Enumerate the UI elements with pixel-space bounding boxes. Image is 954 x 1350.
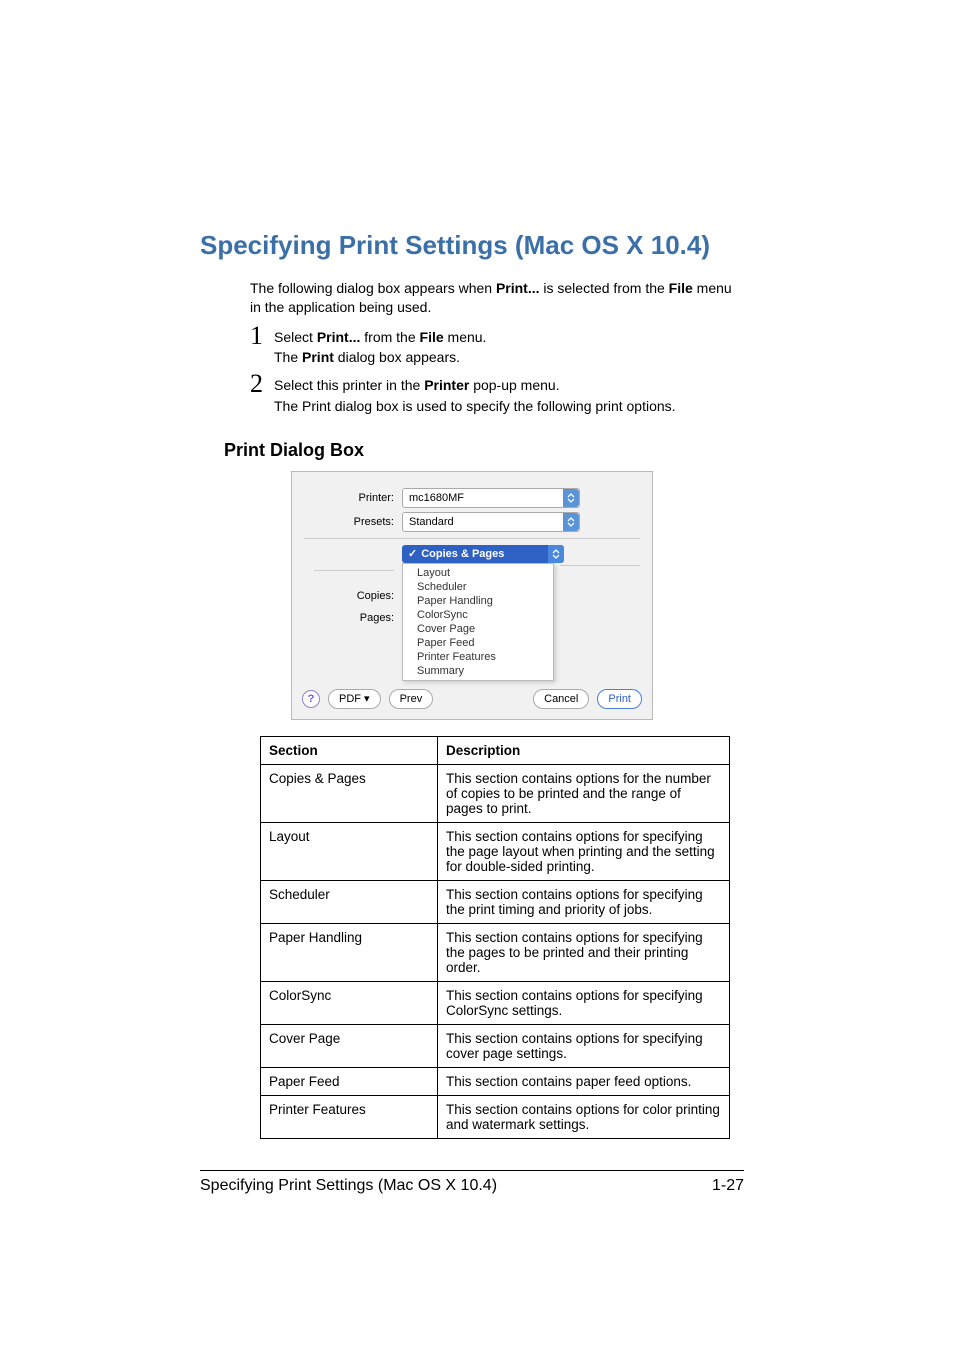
text: The Print dialog box is used to specify …: [274, 398, 676, 414]
text-bold: File: [420, 329, 444, 345]
step-1: 1 Select Print... from the File menu. Th…: [250, 323, 744, 368]
select-value: Copies & Pages: [421, 548, 504, 560]
col-description: Description: [438, 736, 730, 764]
text: menu.: [444, 329, 487, 345]
chevron-updown-icon: [548, 545, 564, 563]
page-footer: Specifying Print Settings (Mac OS X 10.4…: [200, 1170, 744, 1195]
section-heading: Print Dialog Box: [224, 440, 744, 461]
cell-description: This section contains options for specif…: [438, 880, 730, 923]
menu-item-paper-handling[interactable]: Paper Handling: [403, 594, 553, 608]
cell-description: This section contains paper feed options…: [438, 1067, 730, 1095]
table-row: Paper HandlingThis section contains opti…: [261, 923, 730, 981]
chevron-updown-icon: [563, 489, 579, 507]
pdf-button[interactable]: PDF ▾: [328, 689, 381, 709]
cell-section: Paper Feed: [261, 1067, 438, 1095]
chevron-updown-icon: [563, 513, 579, 531]
print-dialog: Printer: mc1680MF Presets: Standard ✓ Co…: [291, 471, 653, 720]
cell-description: This section contains options for specif…: [438, 981, 730, 1024]
text: The: [274, 349, 302, 365]
menu-item-paper-feed[interactable]: Paper Feed: [403, 636, 553, 650]
cell-section: Scheduler: [261, 880, 438, 923]
table-row: LayoutThis section contains options for …: [261, 822, 730, 880]
page-title: Specifying Print Settings (Mac OS X 10.4…: [200, 230, 744, 261]
step-2: 2 Select this printer in the Printer pop…: [250, 371, 744, 416]
table-row: Paper FeedThis section contains paper fe…: [261, 1067, 730, 1095]
help-icon[interactable]: ?: [302, 690, 320, 708]
cell-description: This section contains options for specif…: [438, 1024, 730, 1067]
check-icon: ✓: [408, 547, 417, 560]
presets-select[interactable]: Standard: [402, 512, 580, 532]
pages-label: Pages:: [360, 612, 394, 624]
text: The following dialog box appears when: [250, 280, 496, 296]
step-number: 1: [250, 323, 274, 349]
cell-description: This section contains options for the nu…: [438, 764, 730, 822]
col-section: Section: [261, 736, 438, 764]
footer-title: Specifying Print Settings (Mac OS X 10.4…: [200, 1177, 497, 1195]
table-row: Copies & PagesThis section contains opti…: [261, 764, 730, 822]
sections-table: Section Description Copies & PagesThis s…: [260, 736, 730, 1139]
printer-label: Printer:: [292, 492, 402, 504]
text: Select this printer in the: [274, 377, 424, 393]
table-row: Printer FeaturesThis section contains op…: [261, 1095, 730, 1138]
text: Select: [274, 329, 317, 345]
menu-item-scheduler[interactable]: Scheduler: [403, 580, 553, 594]
text-bold: File: [669, 280, 693, 296]
table-row: SchedulerThis section contains options f…: [261, 880, 730, 923]
cell-section: ColorSync: [261, 981, 438, 1024]
intro-paragraph: The following dialog box appears when Pr…: [250, 279, 744, 317]
menu-item-layout[interactable]: Layout: [403, 566, 553, 580]
menu-item-cover-page[interactable]: Cover Page: [403, 622, 553, 636]
cell-description: This section contains options for specif…: [438, 822, 730, 880]
cell-section: Copies & Pages: [261, 764, 438, 822]
text: dialog box appears.: [334, 349, 460, 365]
menu-item-colorsync[interactable]: ColorSync: [403, 608, 553, 622]
cell-description: This section contains options for color …: [438, 1095, 730, 1138]
cell-section: Cover Page: [261, 1024, 438, 1067]
text: from the: [360, 329, 419, 345]
table-row: ColorSyncThis section contains options f…: [261, 981, 730, 1024]
cell-description: This section contains options for specif…: [438, 923, 730, 981]
copies-label: Copies:: [357, 590, 394, 602]
printer-select[interactable]: mc1680MF: [402, 488, 580, 508]
table-row: Cover PageThis section contains options …: [261, 1024, 730, 1067]
select-value: mc1680MF: [409, 492, 464, 504]
section-menu: Layout Scheduler Paper Handling ColorSyn…: [402, 563, 554, 681]
text: pop-up menu.: [469, 377, 559, 393]
footer-page-number: 1-27: [712, 1177, 744, 1195]
step-number: 2: [250, 371, 274, 397]
menu-item-printer-features[interactable]: Printer Features: [403, 650, 553, 664]
text-bold: Print: [302, 349, 334, 365]
table-header-row: Section Description: [261, 736, 730, 764]
section-select[interactable]: ✓ Copies & Pages: [402, 545, 564, 563]
cell-section: Paper Handling: [261, 923, 438, 981]
select-value: Standard: [409, 516, 454, 528]
text: is selected from the: [540, 280, 669, 296]
cell-section: Printer Features: [261, 1095, 438, 1138]
text-bold: Print...: [496, 280, 540, 296]
cell-section: Layout: [261, 822, 438, 880]
menu-item-summary[interactable]: Summary: [403, 664, 553, 678]
text-bold: Printer: [424, 377, 469, 393]
cancel-button[interactable]: Cancel: [533, 689, 589, 709]
print-button[interactable]: Print: [597, 689, 642, 709]
text-bold: Print...: [317, 329, 361, 345]
preview-button[interactable]: Prev: [389, 689, 434, 709]
presets-label: Presets:: [292, 516, 402, 528]
